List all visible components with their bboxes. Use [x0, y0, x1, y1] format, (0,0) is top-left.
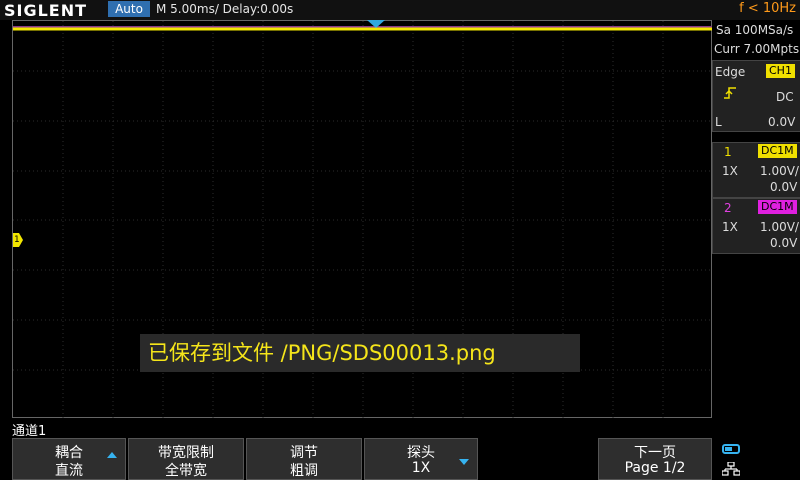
ch1-scale: 1.00V/: [760, 164, 799, 178]
softkey-bandwidth-limit[interactable]: 带宽限制 全带宽: [128, 438, 244, 480]
softkey-next-page-label: 下一页: [634, 445, 676, 461]
trigger-type: Edge: [715, 65, 746, 79]
softkey-page-indicator: Page 1/2: [624, 460, 686, 476]
trigger-level: 0.0V: [768, 115, 796, 129]
ch2-offset: 0.0V: [770, 236, 798, 250]
sample-rate: Sa 100MSa/s: [716, 23, 794, 37]
trigger-level-prefix: L: [715, 115, 722, 129]
ch2-label: 2: [724, 201, 732, 215]
arrow-down-icon: [459, 459, 469, 465]
softkey-coupling-value: 直流: [55, 463, 83, 479]
brand-logo: SIGLENT: [4, 1, 88, 20]
menu-title: 通道1: [12, 424, 47, 439]
softkey-coupling[interactable]: 耦合 直流: [12, 438, 126, 480]
ch2-scale: 1.00V/: [760, 220, 799, 234]
softkey-adjust-label: 调节: [290, 445, 318, 461]
trigger-coupling: DC: [776, 90, 794, 104]
run-status-badge[interactable]: Auto: [108, 1, 150, 17]
frequency-counter: f < 10Hz: [739, 1, 796, 16]
arrow-up-icon: [107, 452, 117, 458]
ch2-coupling: DC1M: [758, 200, 797, 214]
softkey-adjust-value: 粗调: [290, 463, 318, 479]
softkey-next-page[interactable]: 下一页 Page 1/2: [598, 438, 712, 480]
ch2-probe: 1X: [722, 220, 738, 234]
top-status-bar: SIGLENT Auto M 5.00ms/ Delay:0.00s f < 1…: [0, 0, 800, 20]
ch1-coupling: DC1M: [758, 144, 797, 158]
rising-edge-icon: [722, 86, 738, 104]
softkey-probe[interactable]: 探头 1X: [364, 438, 478, 480]
save-notification: 已保存到文件 /PNG/SDS00013.png: [140, 334, 580, 372]
memory-depth: Curr 7.00Mpts: [714, 42, 800, 56]
softkey-bandwidth-label: 带宽限制: [158, 445, 214, 461]
softkey-adjust[interactable]: 调节 粗调: [246, 438, 362, 480]
status-icons: [716, 442, 800, 480]
network-icon: [722, 462, 740, 476]
info-panel: Sa 100MSa/s Curr 7.00Mpts Edge CH1 DC L …: [712, 20, 800, 430]
display-toggle-icon[interactable]: [722, 444, 740, 454]
ch1-label: 1: [724, 145, 732, 159]
ch1-offset: 0.0V: [770, 180, 798, 194]
trigger-position-icon[interactable]: [367, 20, 385, 28]
ch1-probe: 1X: [722, 164, 738, 178]
trigger-source: CH1: [766, 64, 795, 78]
softkey-bandwidth-value: 全带宽: [165, 463, 207, 479]
timebase-readout[interactable]: M 5.00ms/ Delay:0.00s: [156, 2, 293, 16]
